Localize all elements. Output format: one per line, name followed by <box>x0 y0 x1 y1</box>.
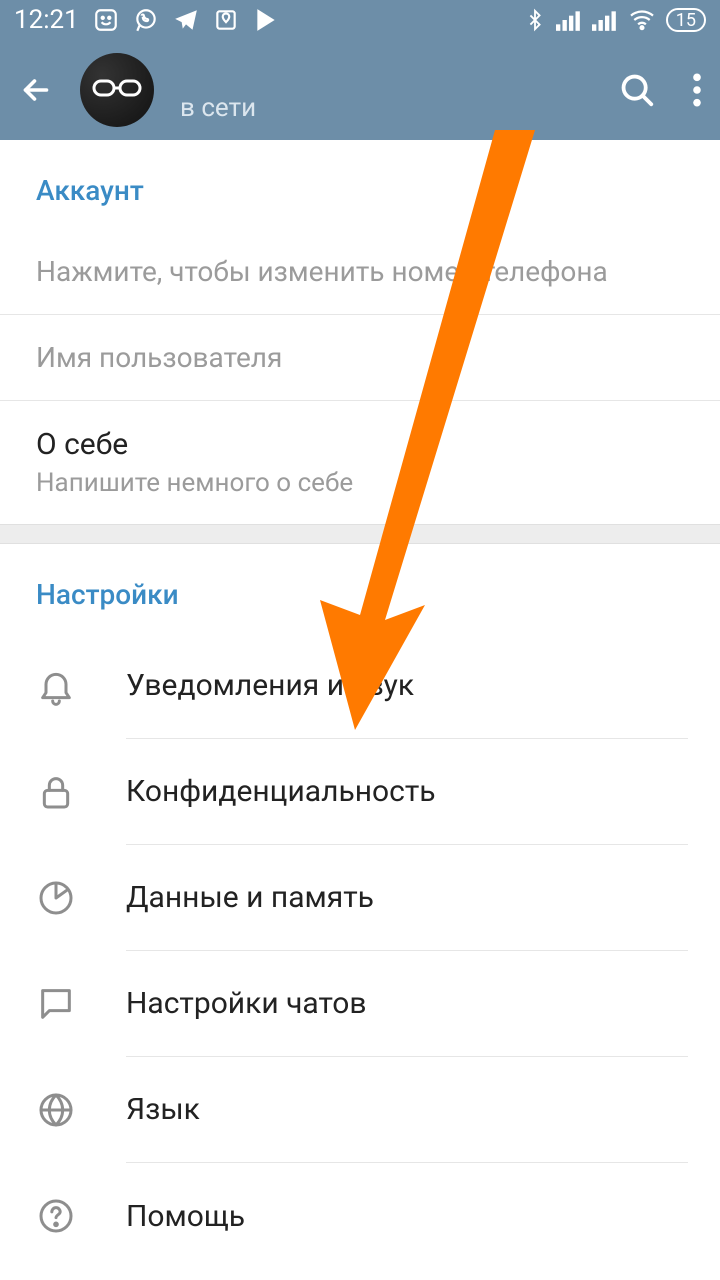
smile-icon <box>93 7 119 33</box>
about-row[interactable]: О себе Напишите немного о себе <box>0 401 720 524</box>
back-button[interactable] <box>18 72 54 108</box>
whatsapp-icon <box>133 7 159 33</box>
play-icon <box>253 7 279 33</box>
search-button[interactable] <box>618 71 656 109</box>
battery-indicator: 15 <box>666 8 706 32</box>
username-label: Имя пользователя <box>36 341 688 374</box>
settings-item-label: Уведомления и звук <box>126 668 414 703</box>
account-section-title: Аккаунт <box>0 140 720 229</box>
settings-item-label: Настройки чатов <box>126 986 367 1021</box>
status-time: 12:21 <box>14 5 79 35</box>
username-row[interactable]: Имя пользователя <box>0 315 720 401</box>
user-status: в сети <box>180 93 584 123</box>
maps-icon <box>213 7 239 33</box>
search-icon <box>618 71 656 109</box>
settings-item-chats[interactable]: Настройки чатов <box>0 951 720 1057</box>
pie-icon <box>36 878 76 918</box>
settings-item-label: Данные и память <box>126 880 374 915</box>
about-title: О себе <box>36 427 688 462</box>
chat-icon <box>36 984 76 1024</box>
signal-icon <box>556 9 582 31</box>
help-icon <box>36 1196 76 1236</box>
phone-row[interactable]: Нажмите, чтобы изменить номер телефона <box>0 229 720 315</box>
app-bar: в сети <box>0 40 720 140</box>
section-divider <box>0 524 720 544</box>
telegram-icon <box>173 7 199 33</box>
settings-section-title: Настройки <box>0 544 720 633</box>
signal-icon-2 <box>592 9 618 31</box>
lock-icon <box>36 772 76 812</box>
settings-list: Уведомления и звук Конфиденциальность Да… <box>0 633 720 1269</box>
settings-item-label: Конфиденциальность <box>126 774 436 809</box>
status-bar: 12:21 15 <box>0 0 720 40</box>
about-hint: Напишите немного о себе <box>36 468 688 498</box>
wifi-icon <box>628 9 656 31</box>
settings-item-label: Язык <box>126 1092 200 1127</box>
settings-item-privacy[interactable]: Конфиденциальность <box>0 739 720 845</box>
settings-item-help[interactable]: Помощь <box>0 1163 720 1269</box>
bell-icon <box>36 666 76 706</box>
settings-item-language[interactable]: Язык <box>0 1057 720 1163</box>
settings-item-data[interactable]: Данные и память <box>0 845 720 951</box>
avatar[interactable] <box>80 53 154 127</box>
bluetooth-icon <box>524 7 546 33</box>
phone-placeholder: Нажмите, чтобы изменить номер телефона <box>36 255 688 288</box>
overflow-menu-button[interactable] <box>692 71 702 109</box>
settings-item-label: Помощь <box>126 1199 245 1234</box>
version-text: Telegram для Android v5.11.0 (1705) arm6… <box>0 1269 720 1280</box>
globe-icon <box>36 1090 76 1130</box>
more-vert-icon <box>692 71 702 109</box>
settings-item-notifications[interactable]: Уведомления и звук <box>0 633 720 739</box>
